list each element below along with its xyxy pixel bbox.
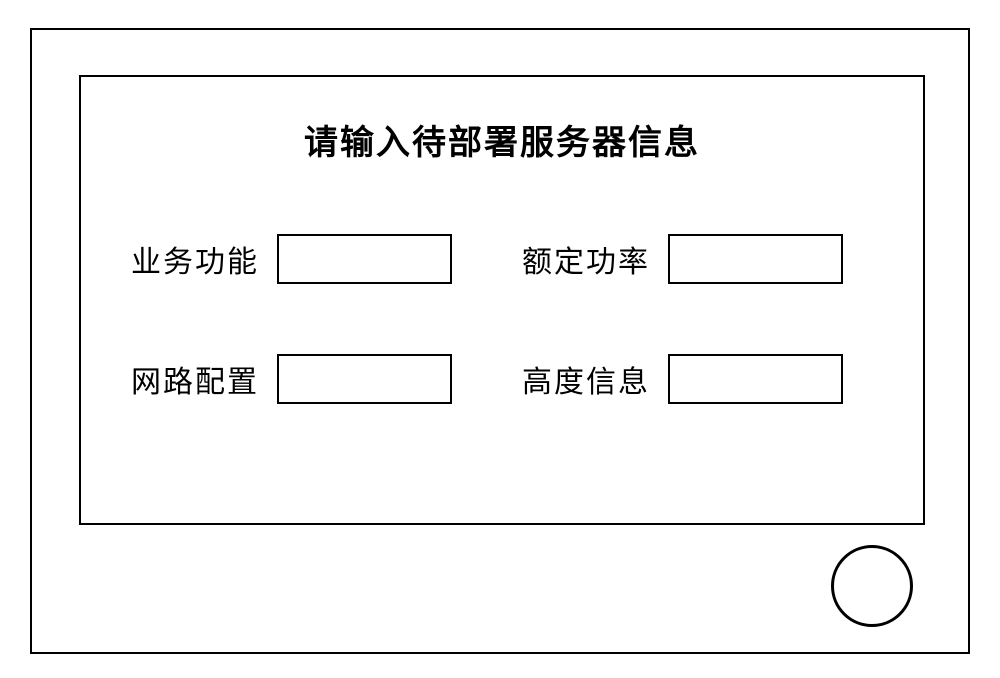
field-rated-power: 额定功率 — [522, 234, 873, 284]
label-business-function: 业务功能 — [131, 237, 259, 281]
input-business-function[interactable] — [277, 234, 452, 284]
field-height-info: 高度信息 — [522, 354, 873, 404]
input-height-info[interactable] — [668, 354, 843, 404]
field-business-function: 业务功能 — [131, 234, 482, 284]
submit-button[interactable] — [831, 545, 913, 627]
label-network-config: 网路配置 — [131, 357, 259, 401]
server-info-panel: 请输入待部署服务器信息 业务功能 额定功率 网路配置 高度信息 — [79, 75, 925, 525]
field-network-config: 网路配置 — [131, 354, 482, 404]
form-grid: 业务功能 额定功率 网路配置 高度信息 — [81, 164, 923, 404]
label-height-info: 高度信息 — [522, 357, 650, 401]
window-frame: 请输入待部署服务器信息 业务功能 额定功率 网路配置 高度信息 — [30, 28, 970, 654]
panel-title: 请输入待部署服务器信息 — [81, 115, 923, 164]
label-rated-power: 额定功率 — [522, 237, 650, 281]
input-rated-power[interactable] — [668, 234, 843, 284]
input-network-config[interactable] — [277, 354, 452, 404]
